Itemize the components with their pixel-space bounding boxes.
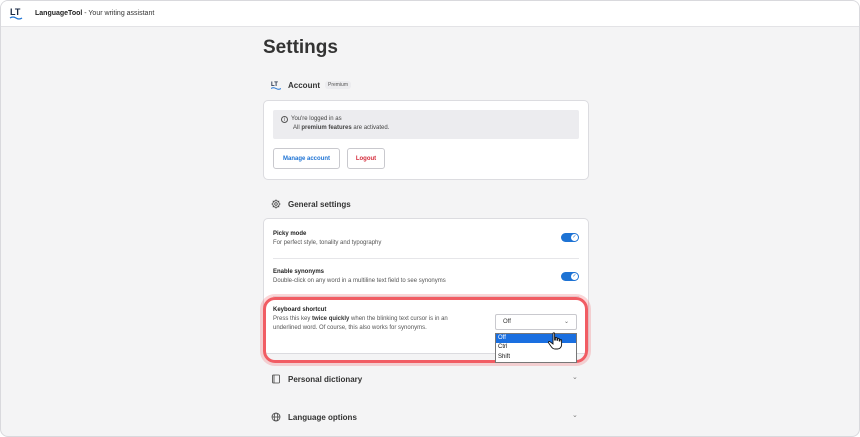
chevron-down-icon[interactable]: ⌄ [572,411,578,419]
logout-button[interactable]: Logout [347,148,385,169]
chevron-down-icon[interactable]: ⌄ [572,373,578,381]
book-icon [271,374,281,384]
language-options-heading: Language options [288,412,357,422]
picky-mode-title: Picky mode [273,231,307,237]
option-shift[interactable]: Shift [496,353,576,362]
account-heading: Account [288,80,320,90]
general-section-header: General settings [271,199,351,209]
account-section-header: LT Account Premium [271,80,352,90]
option-off[interactable]: Off [496,334,576,344]
keyboard-shortcut-dropdown: Off Ctrl Shift [495,333,577,363]
check-icon: ✓ [571,273,578,280]
picky-mode-toggle[interactable]: ✓ [561,233,579,242]
svg-text:LT: LT [10,7,21,17]
personal-dictionary-heading: Personal dictionary [288,374,363,384]
enable-synonyms-title: Enable synonyms [273,269,325,275]
enable-synonyms-description: Double-click on any word in a multiline … [273,278,446,284]
account-card: i You're logged in as All premium feature… [263,100,589,180]
option-ctrl[interactable]: Ctrl [496,343,576,352]
premium-text-bold: premium features [301,125,352,131]
personal-dictionary-section-header[interactable]: Personal dictionary [271,374,362,384]
title-bar: LT LanguageTool - Your writing assistant [1,1,859,27]
login-status-text: You're logged in as [291,116,342,122]
svg-text:LT: LT [271,82,278,88]
window-title: LanguageTool - Your writing assistant [35,10,154,17]
app-window: LT LanguageTool - Your writing assistant… [0,0,860,437]
picky-mode-description: For perfect style, tonality and typograp… [273,240,382,246]
language-options-section-header[interactable]: Language options [271,412,357,422]
check-icon: ✓ [571,234,578,241]
globe-icon [271,412,281,422]
selected-value: Off [503,319,511,325]
keyboard-shortcut-select[interactable]: Off ⌄ [495,314,577,330]
info-icon: i [281,116,288,123]
premium-text-suffix: are activated. [351,125,390,131]
enable-synonyms-toggle[interactable]: ✓ [561,272,579,281]
gear-icon [271,199,281,209]
languagetool-logo-icon: LT [271,80,281,90]
languagetool-logo-icon: LT [9,6,25,22]
app-subtitle: - Your writing assistant [82,10,155,17]
app-name: LanguageTool [35,10,83,17]
manage-account-button[interactable]: Manage account [273,148,340,169]
login-info-box: i You're logged in as All premium feature… [273,110,579,139]
page-title: Settings [263,37,338,58]
chevron-down-icon: ⌄ [563,319,569,325]
premium-badge: Premium [325,81,352,89]
hand-pointer-icon [547,332,563,350]
general-heading: General settings [288,199,351,209]
divider [273,258,579,259]
